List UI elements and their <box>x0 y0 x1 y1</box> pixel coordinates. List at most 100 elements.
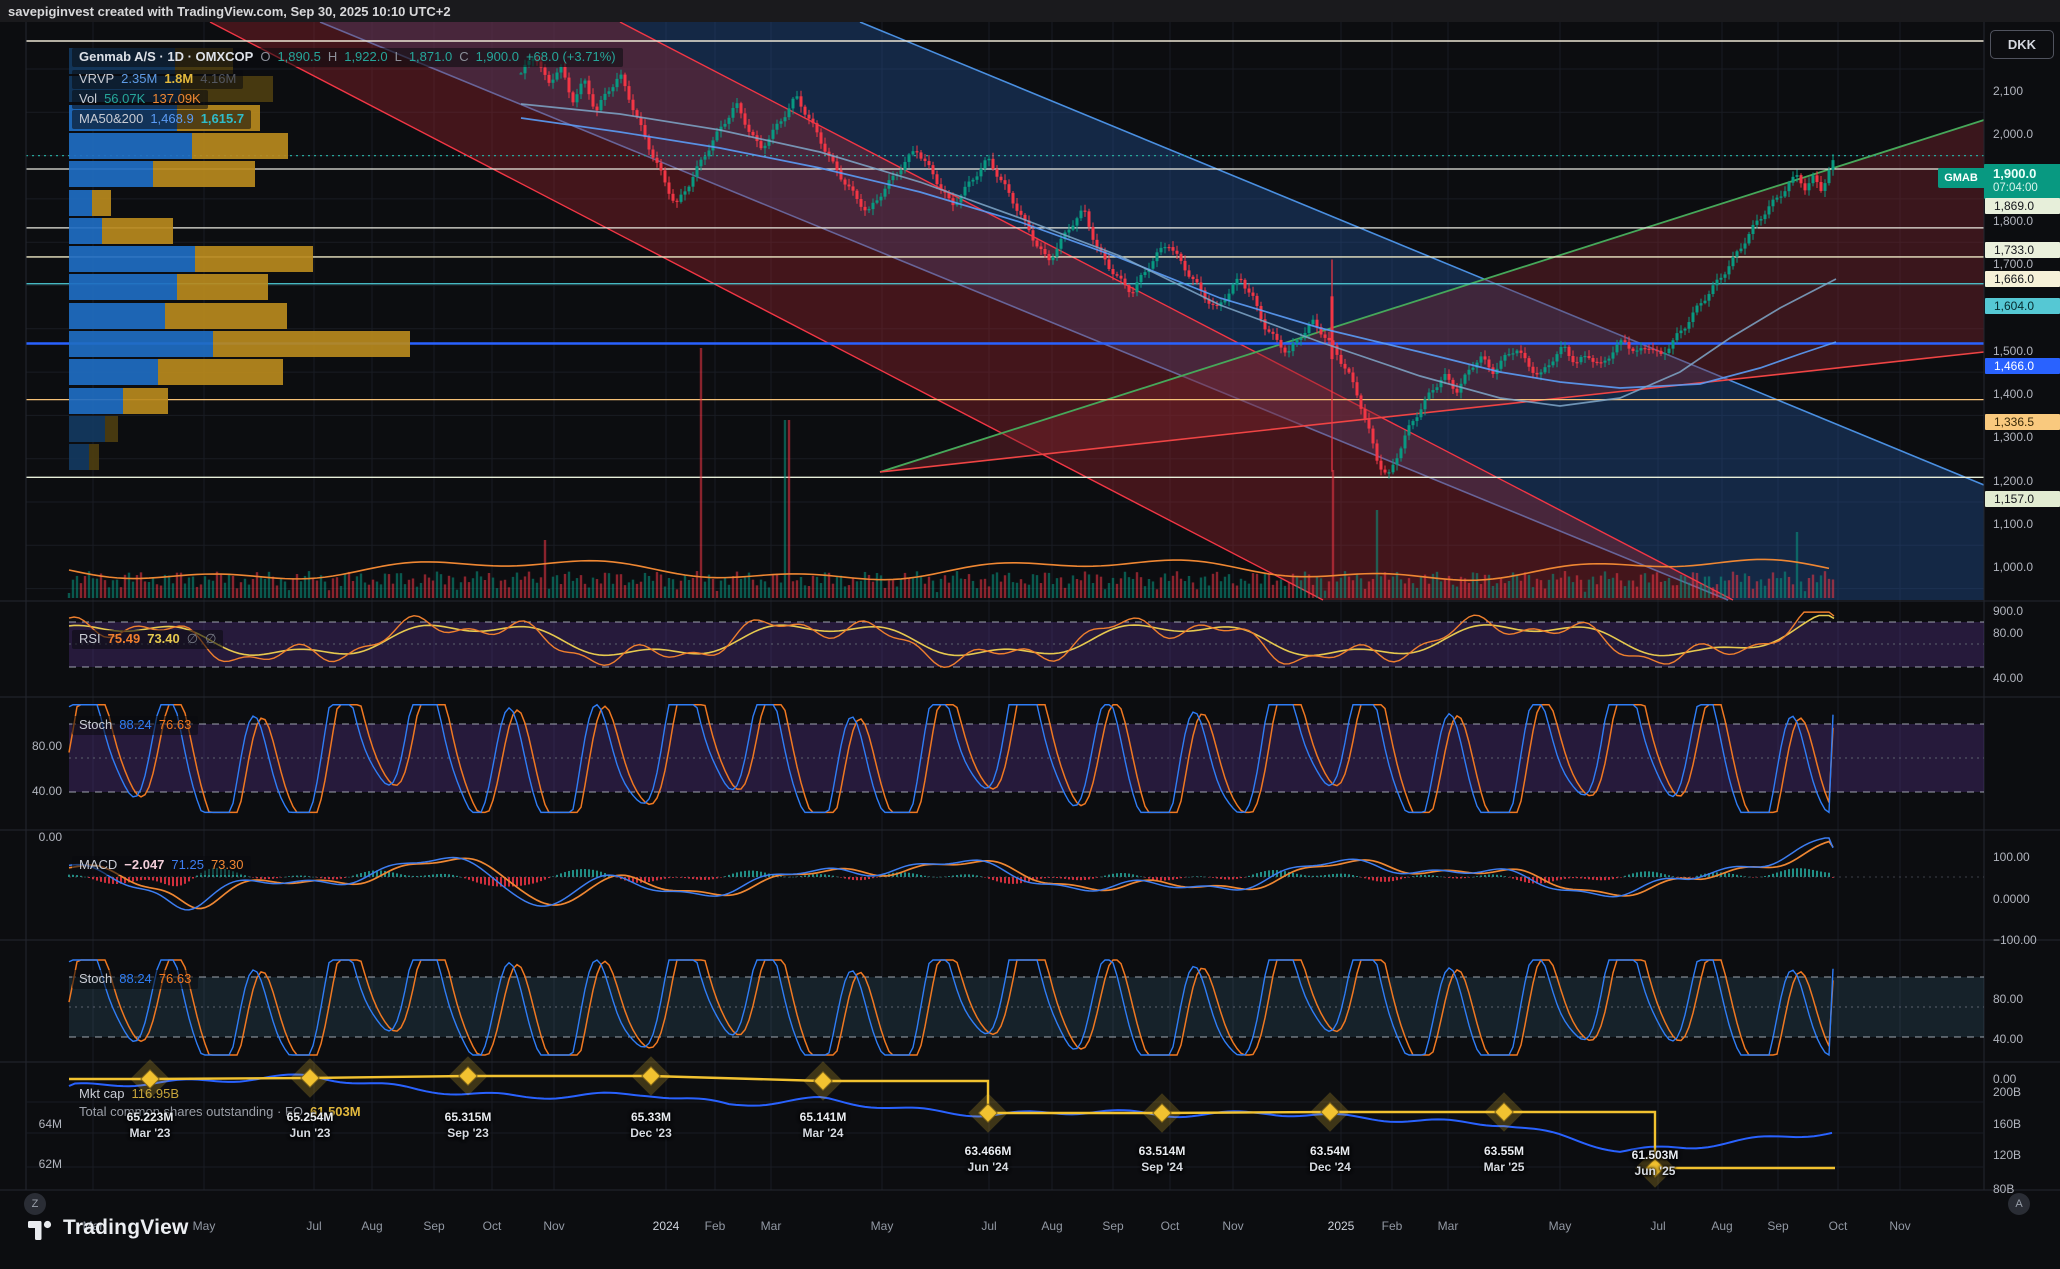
stoch-scale-tick: 40.00 <box>1993 1032 2023 1046</box>
rsi-legend[interactable]: RSI 75.49 73.40 ∅ ∅ <box>72 630 223 649</box>
price-tick: 1,800.0 <box>1993 214 2033 228</box>
shares-event-label: 65.254MJun '23 <box>287 1109 334 1141</box>
price-tick: 2,000.0 <box>1993 127 2033 141</box>
time-axis-label[interactable]: Jul <box>981 1219 996 1233</box>
rsi-scale-tick: 40.00 <box>1993 671 2023 685</box>
time-axis-label[interactable]: Sep <box>423 1219 444 1233</box>
ma-value-1: 1,468.9 <box>150 111 193 127</box>
shares-event-label: 61.503MJun '25 <box>1632 1147 1679 1179</box>
shares-event-label: 65.141MMar '24 <box>800 1109 847 1141</box>
time-axis-label[interactable]: Jul <box>306 1219 321 1233</box>
vrvp-value-2: 1.8M <box>164 71 193 87</box>
high-label: H <box>328 49 337 65</box>
time-axis-label[interactable]: Aug <box>1711 1219 1732 1233</box>
time-axis-label[interactable]: Oct <box>1829 1219 1848 1233</box>
price-level-tag: 1,666.0 <box>1985 271 2060 287</box>
watermark-text: savepiginvest created with TradingView.c… <box>8 4 451 19</box>
macd-value-3: 73.30 <box>211 857 244 873</box>
vrvp-value-1: 2.35M <box>121 71 157 87</box>
stoch-scale-tick: 40.00 <box>22 784 62 798</box>
time-axis-label[interactable]: Mar <box>761 1219 782 1233</box>
price-level-tag: 1,733.0 <box>1985 242 2060 258</box>
stoch2-legend[interactable]: Stoch 88.24 76.63 <box>72 970 198 989</box>
time-axis-label[interactable]: May <box>871 1219 894 1233</box>
time-axis-label[interactable]: Jul <box>1650 1219 1665 1233</box>
high-value: 1,922.0 <box>344 49 387 65</box>
time-axis-label[interactable]: Feb <box>1382 1219 1403 1233</box>
price-tick: 1,300.0 <box>1993 430 2033 444</box>
symbol-legend[interactable]: Genmab A/S · 1D · OMXCOP O 1,890.5 H 1,9… <box>72 48 623 67</box>
time-axis-label[interactable]: Sep <box>1767 1219 1788 1233</box>
shares-scale-tick: 64M <box>22 1117 62 1131</box>
time-axis-label[interactable]: Nov <box>1222 1219 1243 1233</box>
shares-event-label: 63.466MJun '24 <box>965 1143 1012 1175</box>
rsi-label: RSI <box>79 631 101 647</box>
time-axis-label[interactable]: Nov <box>1889 1219 1910 1233</box>
rsi-value-1: 75.49 <box>108 631 141 647</box>
macd-value-2: 71.25 <box>171 857 204 873</box>
rsi-value-3: ∅ <box>187 631 198 647</box>
symbol-price-flag: GMAB <box>1938 168 1984 188</box>
mktcap-legend[interactable]: Mkt cap 116.95B <box>72 1085 186 1104</box>
stoch-scale-tick: 0.00 <box>22 830 62 844</box>
stoch-scale-tick: 80.00 <box>22 739 62 753</box>
stoch1-legend[interactable]: Stoch 88.24 76.63 <box>72 716 198 735</box>
stoch2-value-2: 76.63 <box>159 971 192 987</box>
scale-reset-button[interactable]: Z <box>24 1193 46 1215</box>
stoch1-value-1: 88.24 <box>119 717 152 733</box>
mktcap-scale-tick: 80B <box>1993 1182 2014 1196</box>
stoch1-label: Stoch <box>79 717 112 733</box>
time-axis-label[interactable]: Oct <box>1161 1219 1180 1233</box>
price-tick: 1,700.0 <box>1993 257 2033 271</box>
time-axis-label[interactable]: May <box>193 1219 216 1233</box>
time-axis-label[interactable]: Sep <box>1102 1219 1123 1233</box>
mktcap-value: 116.95B <box>132 1086 179 1102</box>
ma-legend[interactable]: MA50&200 1,468.9 1,615.7 <box>72 110 251 129</box>
shares-event-label: 65.223MMar '23 <box>127 1109 174 1141</box>
macd-legend[interactable]: MACD −2.047 71.25 73.30 <box>72 856 251 875</box>
auto-scale-button[interactable]: A <box>2008 1193 2030 1215</box>
time-axis-label[interactable]: Oct <box>483 1219 502 1233</box>
time-axis-label[interactable]: Feb <box>705 1219 726 1233</box>
rsi-value-2: 73.40 <box>147 631 180 647</box>
price-tick: 1,200.0 <box>1993 474 2033 488</box>
price-level-tag: 1,336.5 <box>1985 414 2060 430</box>
mktcap-scale-tick: 120B <box>1993 1148 2021 1162</box>
price-tick: 1,100.0 <box>1993 517 2033 531</box>
volume-value-2: 137.09K <box>152 91 200 107</box>
time-axis-label[interactable]: 2025 <box>1328 1219 1355 1233</box>
open-value: 1,890.5 <box>277 49 320 65</box>
volume-legend[interactable]: Vol 56.07K 137.09K <box>72 90 208 109</box>
time-axis-label[interactable]: Nov <box>543 1219 564 1233</box>
shares-event-label: 65.33MDec '23 <box>630 1109 672 1141</box>
watermark-bar: savepiginvest created with TradingView.c… <box>0 0 2060 22</box>
vrvp-value-3: 4.16M <box>200 71 236 87</box>
macd-label: MACD <box>79 857 117 873</box>
stoch2-value-1: 88.24 <box>119 971 152 987</box>
chart-canvas[interactable] <box>0 22 2060 1230</box>
time-axis-label[interactable]: Aug <box>1041 1219 1062 1233</box>
volume-value-1: 56.07K <box>104 91 145 107</box>
close-value: 1,900.0 <box>476 49 519 65</box>
stoch-scale-tick: 80.00 <box>1993 992 2023 1006</box>
close-label: C <box>459 49 468 65</box>
currency-button[interactable]: DKK <box>1990 30 2054 59</box>
shares-label: Total common shares outstanding · FQ <box>79 1104 303 1120</box>
time-axis-label[interactable]: May <box>1549 1219 1572 1233</box>
ma-value-2: 1,615.7 <box>201 111 244 127</box>
chart-stage[interactable]: Genmab A/S · 1D · OMXCOP O 1,890.5 H 1,9… <box>0 22 2060 1230</box>
tradingview-logo[interactable]: TradingView <box>28 1216 189 1240</box>
time-axis-label[interactable]: Mar <box>1438 1219 1459 1233</box>
price-level-tag: 1,157.0 <box>1985 491 2060 507</box>
symbol-title: Genmab A/S · 1D · OMXCOP <box>79 49 253 65</box>
time-axis-label[interactable]: Aug <box>361 1219 382 1233</box>
shares-event-label: 63.54MDec '24 <box>1309 1143 1351 1175</box>
open-label: O <box>260 49 270 65</box>
mktcap-label: Mkt cap <box>79 1086 125 1102</box>
current-price-tag: 1,900.0 07:04:00 <box>1984 164 2060 199</box>
shares-event-label: 63.55MMar '25 <box>1484 1143 1525 1175</box>
shares-event-label: 63.514MSep '24 <box>1139 1143 1186 1175</box>
shares-event-label: 65.315MSep '23 <box>445 1109 492 1141</box>
vrvp-legend[interactable]: VRVP 2.35M 1.8M 4.16M <box>72 70 243 89</box>
time-axis-label[interactable]: 2024 <box>653 1219 680 1233</box>
